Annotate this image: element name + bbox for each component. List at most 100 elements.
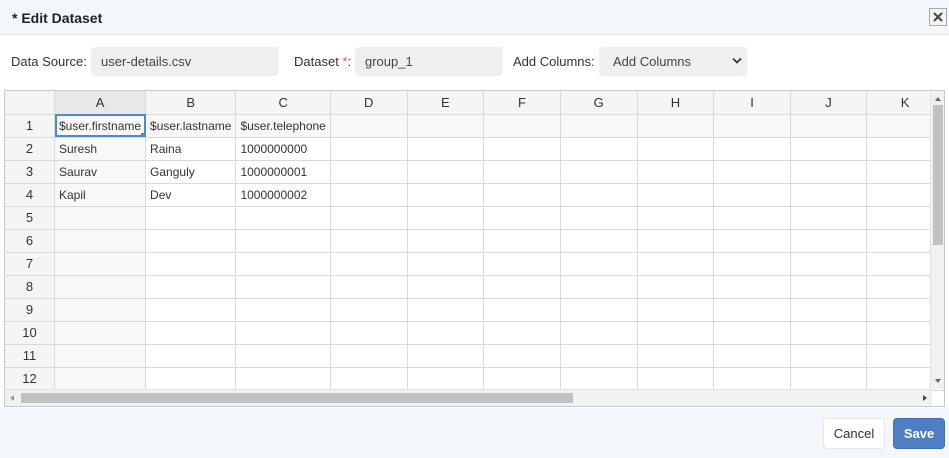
- grid-cell[interactable]: [713, 344, 791, 368]
- grid-cell[interactable]: [560, 321, 638, 345]
- row-header[interactable]: 1: [5, 114, 55, 138]
- grid-cell[interactable]: [235, 321, 331, 345]
- add-columns-select[interactable]: Add Columns: [599, 47, 747, 76]
- grid-cell[interactable]: [145, 344, 237, 368]
- grid-cell[interactable]: [560, 252, 638, 276]
- grid-cell[interactable]: [483, 229, 561, 253]
- column-header[interactable]: G: [560, 91, 638, 115]
- grid-cell[interactable]: Raina: [145, 137, 237, 161]
- grid-cell[interactable]: $user.firstname: [54, 114, 147, 138]
- grid-cell[interactable]: [145, 229, 237, 253]
- grid-cell[interactable]: [483, 275, 561, 299]
- column-header[interactable]: B: [145, 91, 237, 115]
- close-button[interactable]: [929, 8, 947, 26]
- grid-cell[interactable]: [790, 160, 868, 184]
- grid-cell[interactable]: [483, 367, 561, 391]
- grid-cell[interactable]: [54, 344, 147, 368]
- grid-cell[interactable]: [560, 367, 638, 391]
- grid-cell[interactable]: [637, 275, 715, 299]
- grid-cell[interactable]: [145, 206, 237, 230]
- fill-handle[interactable]: [141, 132, 145, 136]
- grid-cell[interactable]: [407, 298, 485, 322]
- grid-cell[interactable]: 1000000002: [235, 183, 331, 207]
- grid-cell[interactable]: [235, 367, 331, 391]
- grid-cell[interactable]: [235, 275, 331, 299]
- grid-cell[interactable]: [330, 252, 408, 276]
- grid-cell[interactable]: [54, 206, 147, 230]
- grid-cell[interactable]: [145, 367, 237, 391]
- grid-cell[interactable]: [54, 298, 147, 322]
- grid-cell[interactable]: [330, 344, 408, 368]
- grid-cell[interactable]: [790, 298, 868, 322]
- column-header[interactable]: A: [54, 91, 147, 115]
- grid-cell[interactable]: [407, 206, 485, 230]
- vertical-scrollbar[interactable]: [930, 91, 944, 389]
- grid-cell[interactable]: [560, 298, 638, 322]
- grid-cell[interactable]: [54, 252, 147, 276]
- grid-cell[interactable]: Ganguly: [145, 160, 237, 184]
- grid-cell[interactable]: [560, 229, 638, 253]
- grid-cell[interactable]: [637, 321, 715, 345]
- grid-cell[interactable]: [713, 183, 791, 207]
- grid-cell[interactable]: [407, 183, 485, 207]
- grid-cell[interactable]: [713, 298, 791, 322]
- grid-cell[interactable]: [713, 114, 791, 138]
- grid-cell[interactable]: [330, 160, 408, 184]
- grid-cell[interactable]: [54, 321, 147, 345]
- grid-cell[interactable]: [54, 367, 147, 391]
- grid-cell[interactable]: [560, 344, 638, 368]
- scroll-left-icon[interactable]: [8, 394, 16, 402]
- scroll-down-icon[interactable]: [934, 377, 942, 385]
- row-header[interactable]: 2: [5, 137, 55, 161]
- grid-cell[interactable]: [330, 367, 408, 391]
- grid-cell[interactable]: [637, 229, 715, 253]
- grid-cell[interactable]: [713, 275, 791, 299]
- grid-cell[interactable]: $user.lastname: [145, 114, 237, 138]
- grid-cell[interactable]: Saurav: [54, 160, 147, 184]
- grid-cell[interactable]: [483, 298, 561, 322]
- grid-cell[interactable]: [483, 252, 561, 276]
- grid-cell[interactable]: [483, 183, 561, 207]
- grid-cell[interactable]: [235, 206, 331, 230]
- grid-cell[interactable]: [407, 137, 485, 161]
- row-header[interactable]: 5: [5, 206, 55, 230]
- grid-cell[interactable]: [145, 321, 237, 345]
- grid-cell[interactable]: [790, 229, 868, 253]
- row-header[interactable]: 3: [5, 160, 55, 184]
- grid-cell[interactable]: [637, 160, 715, 184]
- grid-cell[interactable]: [713, 252, 791, 276]
- grid-cell[interactable]: [483, 160, 561, 184]
- grid-cell[interactable]: [407, 252, 485, 276]
- grid-corner[interactable]: [5, 91, 55, 115]
- row-header[interactable]: 9: [5, 298, 55, 322]
- grid-cell[interactable]: [330, 298, 408, 322]
- grid-cell[interactable]: [483, 344, 561, 368]
- grid-cell[interactable]: [330, 321, 408, 345]
- grid-cell[interactable]: [407, 114, 485, 138]
- grid-cell[interactable]: [790, 252, 868, 276]
- grid-cell[interactable]: [330, 137, 408, 161]
- grid-cell[interactable]: [560, 137, 638, 161]
- grid-cell[interactable]: [713, 160, 791, 184]
- grid-cell[interactable]: [560, 160, 638, 184]
- grid-cell[interactable]: $user.telephone: [235, 114, 331, 138]
- grid-cell[interactable]: [407, 321, 485, 345]
- dataset-name-input[interactable]: group_1: [355, 47, 503, 76]
- save-button[interactable]: Save: [893, 418, 945, 449]
- row-header[interactable]: 10: [5, 321, 55, 345]
- grid-cell[interactable]: [330, 229, 408, 253]
- grid-cell[interactable]: [560, 114, 638, 138]
- grid-cell[interactable]: [330, 114, 408, 138]
- grid-cell[interactable]: [790, 275, 868, 299]
- grid-cell[interactable]: [713, 367, 791, 391]
- grid-cell[interactable]: [407, 229, 485, 253]
- column-header[interactable]: D: [330, 91, 408, 115]
- grid-cell[interactable]: [790, 344, 868, 368]
- grid-cell[interactable]: [235, 344, 331, 368]
- grid-cell[interactable]: [54, 229, 147, 253]
- grid-cell[interactable]: [713, 229, 791, 253]
- grid-cell[interactable]: [483, 114, 561, 138]
- cancel-button[interactable]: Cancel: [823, 418, 885, 449]
- spreadsheet-grid[interactable]: ABCDEFGHIJK 1 $user.firstname $user.lastna…: [4, 90, 945, 407]
- grid-cell[interactable]: [713, 137, 791, 161]
